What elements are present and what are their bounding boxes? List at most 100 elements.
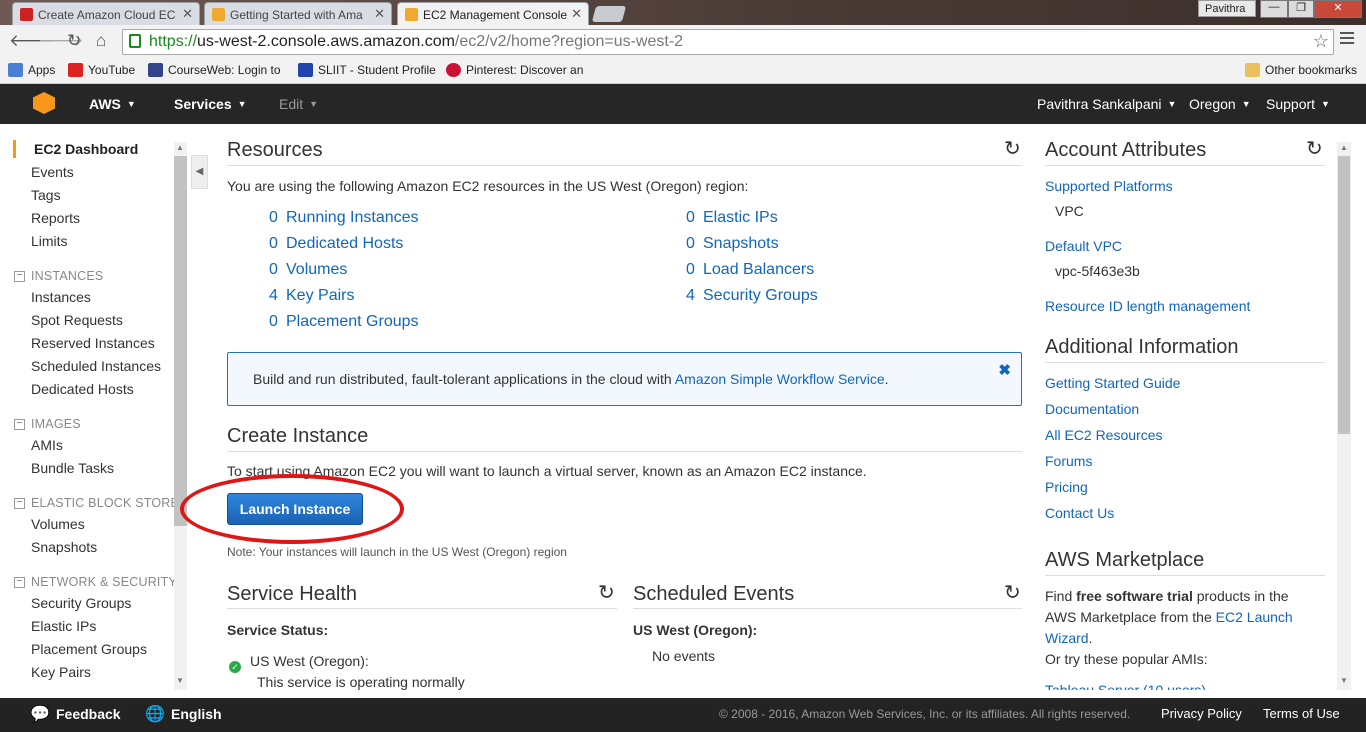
other-bookmarks[interactable]: Other bookmarks [1245, 63, 1357, 77]
supported-platforms-link[interactable]: Supported Platforms [1045, 178, 1173, 194]
sidebar-item-elastic-ips[interactable]: Elastic IPs [31, 618, 96, 634]
resource-volumes[interactable]: 0 Volumes [269, 261, 347, 279]
aws-logo-icon[interactable] [33, 92, 55, 114]
sidebar-item-instances[interactable]: Instances [31, 289, 91, 305]
forums-link[interactable]: Forums [1045, 453, 1092, 469]
sidebar-section-network-security[interactable]: NETWORK & SECURITY [31, 575, 177, 589]
collapse-section-icon[interactable]: − [14, 498, 25, 509]
resource-elastic-ips[interactable]: 0 Elastic IPs [686, 209, 778, 227]
resource-snapshots[interactable]: 0 Snapshots [686, 235, 779, 253]
all-ec2-resources-link[interactable]: All EC2 Resources [1045, 427, 1163, 443]
browser-tab[interactable]: Create Amazon Cloud EC ✕ [12, 2, 200, 25]
wizard-link[interactable]: Wizard [1045, 630, 1089, 646]
aws-menu[interactable]: AWS ▼ [89, 96, 136, 112]
sidebar-item-scheduled-instances[interactable]: Scheduled Instances [31, 358, 161, 374]
browser-menu-icon[interactable] [1340, 32, 1354, 47]
bookmark-pinterest[interactable]: Pinterest: Discover an [446, 63, 583, 77]
scroll-up-icon[interactable]: ▲ [1340, 143, 1348, 152]
bookmark-apps[interactable]: Apps [8, 63, 55, 77]
language-selector[interactable]: English [171, 706, 222, 722]
chevron-down-icon: ▼ [126, 99, 136, 109]
services-menu[interactable]: Services ▼ [174, 96, 247, 112]
sidebar-section-ebs[interactable]: ELASTIC BLOCK STORE [31, 496, 179, 510]
home-icon[interactable]: ⌂ [96, 31, 106, 51]
ec2-launch-wizard-link[interactable]: EC2 Launch [1216, 609, 1293, 625]
address-bar[interactable]: https://us-west-2.console.aws.amazon.com… [122, 29, 1334, 55]
default-vpc-link[interactable]: Default VPC [1045, 238, 1122, 254]
browser-tab-active[interactable]: EC2 Management Console ✕ [397, 2, 589, 25]
resource-dedicated-hosts[interactable]: 0 Dedicated Hosts [269, 235, 403, 253]
divider [1045, 362, 1325, 363]
scroll-up-icon[interactable]: ▲ [176, 143, 184, 152]
chevron-down-icon: ▼ [1321, 99, 1330, 109]
sidebar-item-ec2-dashboard[interactable]: EC2 Dashboard [34, 141, 138, 157]
resource-running-instances[interactable]: 0 Running Instances [269, 209, 419, 227]
sidebar-scroll-thumb[interactable] [174, 156, 187, 526]
getting-started-link[interactable]: Getting Started Guide [1045, 375, 1180, 391]
edit-menu[interactable]: Edit ▼ [279, 96, 318, 112]
sidebar-item-security-groups[interactable]: Security Groups [31, 595, 131, 611]
resources-title: Resources [227, 139, 323, 161]
close-window-icon[interactable]: ✕ [1314, 0, 1362, 18]
collapse-sidebar-button[interactable]: ◀ [191, 155, 208, 189]
resource-key-pairs[interactable]: 4 Key Pairs [269, 287, 354, 305]
bookmark-courseweb[interactable]: CourseWeb: Login to [148, 63, 281, 77]
main-scroll-thumb[interactable] [1338, 156, 1350, 434]
scroll-down-icon[interactable]: ▼ [1340, 676, 1348, 685]
privacy-policy-link[interactable]: Privacy Policy [1161, 706, 1242, 721]
reload-icon[interactable]: ↻ [67, 31, 81, 51]
bookmark-star-icon[interactable]: ☆ [1313, 31, 1329, 52]
health-region: US West (Oregon): [250, 653, 369, 669]
feedback-link[interactable]: Feedback [56, 706, 121, 722]
refresh-icon[interactable]: ↻ [1306, 136, 1323, 161]
bookmark-youtube[interactable]: YouTube [68, 63, 135, 77]
sidebar-item-dedicated-hosts[interactable]: Dedicated Hosts [31, 381, 134, 397]
new-tab-button[interactable] [591, 6, 627, 22]
sidebar-item-spot-requests[interactable]: Spot Requests [31, 312, 123, 328]
close-icon[interactable]: ✖ [998, 361, 1011, 379]
sidebar-section-images[interactable]: IMAGES [31, 417, 81, 431]
browser-tab[interactable]: Getting Started with Ama ✕ [204, 2, 392, 25]
refresh-icon[interactable]: ↻ [1004, 136, 1021, 161]
support-menu[interactable]: Support ▼ [1266, 96, 1330, 112]
resource-placement-groups[interactable]: 0 Placement Groups [269, 313, 419, 331]
resource-security-groups[interactable]: 4 Security Groups [686, 287, 818, 305]
sidebar-item-reserved-instances[interactable]: Reserved Instances [31, 335, 155, 351]
sidebar-item-amis[interactable]: AMIs [31, 437, 63, 453]
collapse-section-icon[interactable]: − [14, 419, 25, 430]
scroll-down-icon[interactable]: ▼ [176, 676, 184, 685]
terms-of-use-link[interactable]: Terms of Use [1263, 706, 1340, 721]
sidebar-item-volumes[interactable]: Volumes [31, 516, 85, 532]
region-menu[interactable]: Oregon ▼ [1189, 96, 1251, 112]
sidebar-item-snapshots[interactable]: Snapshots [31, 539, 97, 555]
contact-us-link[interactable]: Contact Us [1045, 505, 1114, 521]
refresh-icon[interactable]: ↻ [598, 580, 615, 605]
sidebar-item-tags[interactable]: Tags [31, 187, 61, 203]
user-menu[interactable]: Pavithra Sankalpani ▼ [1037, 96, 1176, 112]
sidebar-item-events[interactable]: Events [31, 164, 74, 180]
resource-id-link[interactable]: Resource ID length management [1045, 298, 1250, 314]
refresh-icon[interactable]: ↻ [1004, 580, 1021, 605]
close-tab-icon[interactable]: ✕ [182, 6, 193, 22]
bookmark-sliit[interactable]: SLIIT - Student Profile [298, 63, 436, 77]
sidebar-item-bundle-tasks[interactable]: Bundle Tasks [31, 460, 114, 476]
pricing-link[interactable]: Pricing [1045, 479, 1088, 495]
collapse-section-icon[interactable]: − [14, 271, 25, 282]
sidebar-item-limits[interactable]: Limits [31, 233, 68, 249]
collapse-section-icon[interactable]: − [14, 577, 25, 588]
documentation-link[interactable]: Documentation [1045, 401, 1139, 417]
minimize-icon[interactable]: — [1260, 0, 1288, 18]
sidebar-item-key-pairs[interactable]: Key Pairs [31, 664, 91, 680]
resource-load-balancers[interactable]: 0 Load Balancers [686, 261, 814, 279]
sidebar-item-placement-groups[interactable]: Placement Groups [31, 641, 147, 657]
close-tab-icon[interactable]: ✕ [571, 6, 582, 22]
maximize-icon[interactable]: ❐ [1288, 0, 1314, 18]
sidebar-section-instances[interactable]: INSTANCES [31, 269, 103, 283]
marketplace-line2: AWS Marketplace from the EC2 Launch [1045, 609, 1293, 625]
swf-link[interactable]: Amazon Simple Workflow Service [675, 371, 885, 387]
globe-icon: 🌐 [145, 706, 165, 723]
sidebar-item-reports[interactable]: Reports [31, 210, 80, 226]
profile-button[interactable]: Pavithra [1198, 0, 1256, 17]
tableau-link[interactable]: Tableau Server (10 users) [1045, 682, 1206, 690]
close-tab-icon[interactable]: ✕ [374, 6, 385, 22]
